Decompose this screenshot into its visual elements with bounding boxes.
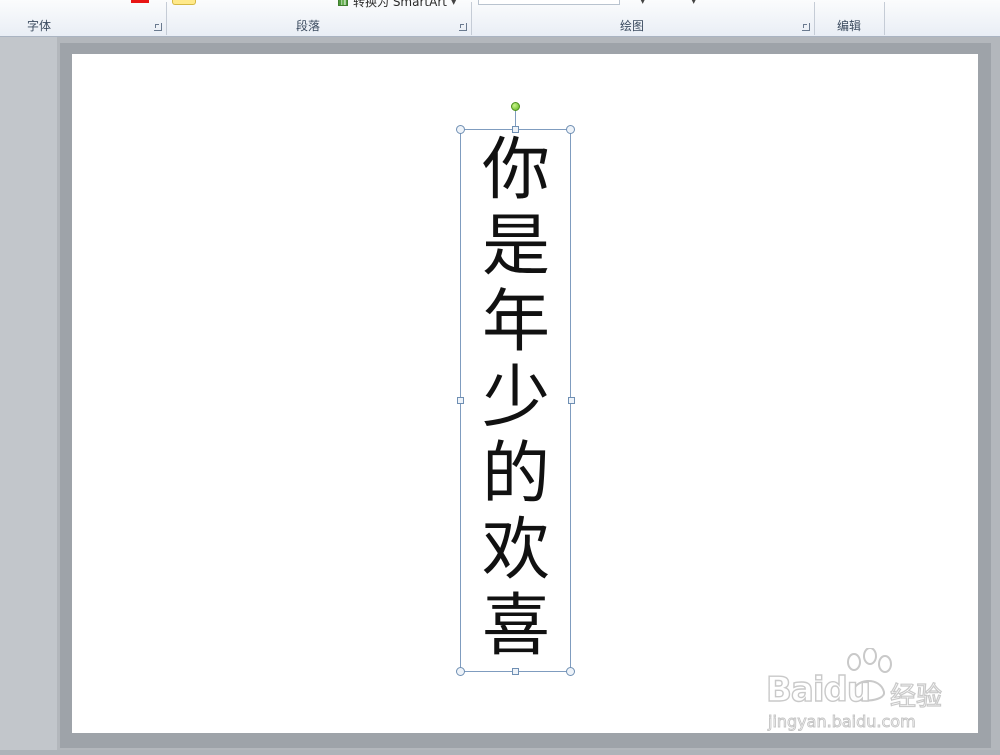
resize-handle-top-left[interactable] bbox=[456, 125, 465, 134]
drawing-group: 绘图 bbox=[472, 0, 814, 36]
watermark-url: jingyan.baidu.com bbox=[768, 712, 917, 732]
text-char: 是 bbox=[481, 207, 550, 286]
paragraph-dialog-launcher-icon[interactable] bbox=[459, 23, 467, 31]
resize-handle-bottom-right[interactable] bbox=[566, 667, 575, 676]
text-char: 你 bbox=[481, 131, 550, 210]
resize-handle-right[interactable] bbox=[568, 397, 575, 404]
chevron-down-icon: ▼ bbox=[450, 0, 457, 6]
drawing-group-label: 绘图 bbox=[620, 19, 645, 33]
font-group-label: 字体 bbox=[27, 19, 52, 33]
resize-handle-bottom-left[interactable] bbox=[456, 667, 465, 676]
text-char: 的 bbox=[481, 435, 550, 514]
rotation-handle[interactable] bbox=[511, 102, 520, 111]
smartart-label: 转换为 SmartArt bbox=[353, 0, 447, 9]
resize-handle-bottom[interactable] bbox=[512, 668, 519, 675]
text-char: 欢 bbox=[481, 511, 550, 590]
text-char: 少 bbox=[481, 359, 550, 438]
smartart-icon bbox=[338, 0, 348, 6]
slide-thumbnail-pane[interactable] bbox=[0, 37, 57, 755]
watermark-jingyan: 经验 bbox=[889, 681, 943, 712]
vertical-text-content[interactable]: 你 是 年 少 的 欢 喜 bbox=[472, 133, 560, 665]
ribbon: 字体 段落 转换为 SmartArt ▼ ▼ ▼ 绘图 编辑 bbox=[0, 0, 1000, 37]
font-group: 字体 bbox=[0, 0, 166, 36]
drawing-dialog-launcher-icon[interactable] bbox=[802, 23, 810, 31]
text-char: 喜 bbox=[481, 587, 550, 666]
watermark-logo: Baidu bbox=[765, 669, 871, 710]
editing-group-label: 编辑 bbox=[837, 19, 862, 33]
text-char: 年 bbox=[481, 283, 550, 362]
resize-handle-top-right[interactable] bbox=[566, 125, 575, 134]
group-divider bbox=[884, 2, 885, 35]
paragraph-group-label: 段落 bbox=[296, 19, 321, 33]
baidu-watermark: Baidu 经验 jingyan.baidu.com bbox=[764, 648, 954, 740]
resize-handle-left[interactable] bbox=[457, 397, 464, 404]
convert-to-smartart-button[interactable]: 转换为 SmartArt ▼ bbox=[338, 0, 457, 9]
editing-group: 编辑 bbox=[815, 0, 885, 36]
font-dialog-launcher-icon[interactable] bbox=[154, 23, 162, 31]
status-bar bbox=[0, 750, 1000, 755]
